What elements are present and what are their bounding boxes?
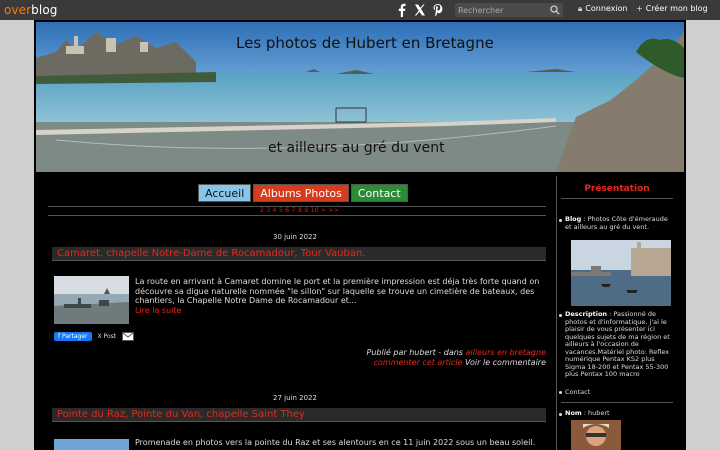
blog-info: Blog : Photos Côte d'émeraude et ailleur… — [565, 215, 668, 231]
bullet — [559, 413, 562, 416]
post-date: 27 juin 2022 — [273, 394, 317, 402]
venice-photo — [571, 240, 671, 306]
plus-icon: + — [636, 4, 643, 13]
overblog-logo[interactable]: overblog — [4, 3, 57, 17]
search-icon[interactable] — [550, 5, 560, 15]
nav-albums-button[interactable]: Albums Photos — [253, 184, 349, 202]
bullet — [559, 219, 562, 222]
social-links — [396, 3, 444, 17]
blog-banner[interactable]: Les photos de Hubert en Bretagne et aill… — [36, 22, 684, 172]
divider — [48, 215, 546, 216]
read-more-link[interactable]: Lire la suite — [135, 306, 545, 316]
create-blog-link[interactable]: + Créer mon blog — [636, 4, 708, 13]
comment-link[interactable]: commenter cet article — [374, 358, 463, 367]
contact-link[interactable]: Contact — [565, 388, 673, 397]
lock-icon: 🔒︎ — [578, 4, 583, 13]
profile-banner-image[interactable] — [571, 240, 671, 306]
post-title-link[interactable]: Camaret, chapelle Notre-Dame de Rocamado… — [57, 248, 365, 259]
sidebar: Présentation Blog : Photos Côte d'émerau… — [556, 176, 673, 450]
share-buttons: f Partager X Post — [54, 332, 135, 341]
search-input[interactable] — [458, 3, 546, 17]
avatar-photo — [571, 420, 621, 450]
bullet — [559, 314, 562, 317]
blog-page: Les photos de Hubert en Bretagne et aill… — [34, 20, 686, 450]
pinterest-icon[interactable] — [432, 3, 444, 17]
post-title-bar: Pointe du Raz, Pointe du Van, chapelle S… — [52, 408, 546, 422]
post-thumbnail[interactable] — [54, 437, 129, 450]
x-icon[interactable] — [414, 3, 426, 17]
post-thumbnail[interactable] — [54, 276, 129, 324]
bullet — [559, 391, 562, 394]
search-box — [455, 3, 563, 17]
post-title-bar: Camaret, chapelle Notre-Dame de Rocamado… — [52, 247, 546, 261]
overblog-topbar: overblog 🔒︎Connexion +Créer mon blog — [0, 0, 720, 20]
post-meta: Publié par hubert - dans ailleurs en bre… — [366, 348, 547, 367]
post-excerpt: Promenade en photos vers la pointe du Ra… — [135, 438, 536, 447]
description-info: Description : Passionné de photos et d'i… — [565, 310, 670, 378]
facebook-icon[interactable] — [396, 3, 408, 17]
blog-subtitle: et ailleurs au gré du vent — [268, 140, 445, 156]
divider — [561, 402, 673, 403]
main-nav: Accueil Albums Photos Contact — [198, 184, 408, 202]
avatar[interactable] — [571, 420, 621, 450]
post-title-link[interactable]: Pointe du Raz, Pointe du Van, chapelle S… — [57, 409, 305, 420]
nav-home-button[interactable]: Accueil — [198, 184, 252, 202]
mail-icon[interactable] — [122, 332, 135, 341]
x-post-button[interactable]: X Post — [98, 333, 117, 340]
nav-contact-button[interactable]: Contact — [350, 184, 408, 202]
blog-title: Les photos de Hubert en Bretagne — [236, 34, 494, 52]
post-date: 30 juin 2022 — [273, 233, 317, 241]
pointe-du-raz-photo — [54, 439, 129, 450]
sidebar-title: Présentation — [584, 184, 650, 194]
divider — [561, 198, 673, 199]
category-link[interactable]: ailleurs en bretagne — [466, 348, 547, 357]
post-excerpt: La route en arrivant à Camaret domine le… — [135, 277, 545, 315]
name-info: Nom : hubert — [565, 409, 610, 417]
facebook-share-button[interactable]: f Partager — [54, 332, 92, 341]
camaret-photo — [54, 276, 129, 324]
view-comment-link[interactable]: Voir le commentaire — [465, 358, 546, 367]
login-link[interactable]: 🔒︎ Connexion — [578, 4, 628, 14]
pagination[interactable]: 2 3 4 5 6 7 8 9 10 > >> — [260, 207, 339, 214]
